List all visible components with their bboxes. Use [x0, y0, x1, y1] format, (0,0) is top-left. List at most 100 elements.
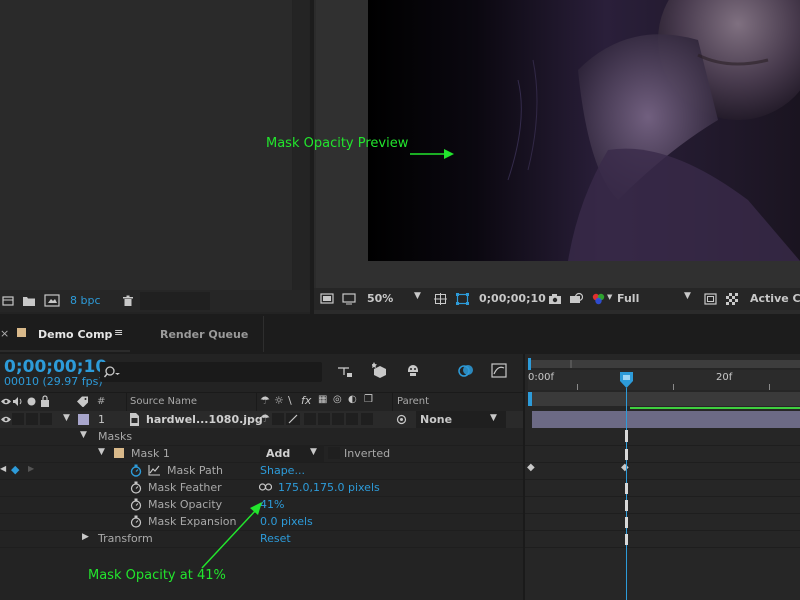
- work-area-start-handle[interactable]: [528, 392, 532, 406]
- timeline-panel-split[interactable]: [523, 354, 525, 600]
- layer-quality-switch-icon[interactable]: [286, 413, 300, 425]
- layer-solo-switch[interactable]: [26, 413, 38, 425]
- composition-flowchart-icon[interactable]: [337, 364, 353, 378]
- transparency-grid-icon[interactable]: [726, 293, 738, 305]
- mask-feather-value[interactable]: 175.0,175.0 pixels: [278, 481, 380, 494]
- switches-motion-blur-icon[interactable]: ◎: [333, 394, 342, 405]
- layer-adjustment-switch[interactable]: [346, 413, 358, 425]
- switches-frame-blend-icon[interactable]: ▦: [318, 394, 327, 405]
- column-parent-header[interactable]: Parent: [397, 396, 429, 407]
- motion-blur-icon[interactable]: [458, 363, 474, 378]
- viewer-timecode[interactable]: 0;00;00;10: [479, 292, 546, 305]
- layer-search-field[interactable]: [100, 362, 322, 382]
- solo-circle-icon[interactable]: [26, 396, 37, 407]
- switches-quality-icon[interactable]: \: [288, 394, 292, 407]
- av-features-eye-icon[interactable]: [1, 396, 11, 407]
- masks-expand-triangle-icon[interactable]: ▼: [80, 430, 87, 440]
- mask-1-row[interactable]: ▼ Mask 1 Add ▼ Inverted: [0, 445, 524, 463]
- layer-source-name[interactable]: hardwel...1080.jpg: [146, 413, 263, 426]
- audio-speaker-icon[interactable]: [12, 396, 23, 407]
- work-area-bar[interactable]: [528, 392, 800, 406]
- time-navigator-bar[interactable]: [528, 360, 800, 368]
- layer-shy-switch-icon[interactable]: ☂: [260, 412, 270, 425]
- mask-path-value[interactable]: Shape...: [260, 464, 305, 477]
- new-folder-icon[interactable]: [22, 295, 36, 307]
- next-keyframe-icon[interactable]: ▶: [28, 464, 34, 473]
- column-source-name-header[interactable]: Source Name: [130, 396, 197, 407]
- current-time-indicator-head[interactable]: [620, 372, 633, 388]
- channels-icon[interactable]: [591, 292, 606, 305]
- layer-frame-blend-switch[interactable]: [318, 413, 330, 425]
- layer-audio-switch[interactable]: [12, 413, 24, 425]
- safe-zones-icon[interactable]: [434, 293, 447, 305]
- keyframe-diamond-start[interactable]: ◆: [527, 462, 535, 473]
- mask-mode-dropdown[interactable]: Add ▼: [260, 445, 324, 462]
- layer-lock-switch[interactable]: [40, 413, 52, 425]
- tab-menu-icon[interactable]: ≡: [114, 326, 123, 339]
- mask-visibility-icon[interactable]: [456, 293, 469, 305]
- timeline-timecode[interactable]: 0;00;00;10: [4, 357, 107, 377]
- resolution-chevron-icon[interactable]: ▼: [684, 291, 691, 301]
- tab-render-queue[interactable]: Render Queue: [160, 328, 248, 341]
- layer-expand-triangle-icon[interactable]: ▼: [63, 413, 70, 423]
- snapshot-camera-icon[interactable]: [548, 293, 562, 305]
- active-camera-dropdown[interactable]: Active Ca: [750, 292, 800, 305]
- mask-expansion-value[interactable]: 0.0 pixels: [260, 515, 313, 528]
- draft-3d-icon[interactable]: [372, 362, 389, 379]
- monitor-icon[interactable]: [342, 293, 356, 305]
- stopwatch-active-icon[interactable]: [130, 464, 142, 477]
- constrain-proportions-link-icon[interactable]: [259, 483, 272, 491]
- layer-collapse-switch[interactable]: [272, 413, 284, 425]
- mask-feather-row[interactable]: Mask Feather 175.0,175.0 pixels: [0, 479, 524, 497]
- graph-curve-icon[interactable]: [148, 464, 161, 476]
- mask-1-expand-triangle-icon[interactable]: ▼: [98, 447, 105, 457]
- layer-video-eye-icon[interactable]: [1, 414, 11, 425]
- always-preview-icon[interactable]: [320, 293, 334, 305]
- mask-path-row[interactable]: ◀ ◆ ▶ Mask Path Shape...: [0, 462, 524, 480]
- switches-collapse-icon[interactable]: ☼: [274, 394, 284, 407]
- layer-row[interactable]: ▼ 1 hardwel...1080.jpg ☂ None ▼: [0, 411, 524, 428]
- mask-1-label-swatch[interactable]: [114, 448, 124, 458]
- keyframe-diamond-current[interactable]: ◆: [621, 462, 629, 473]
- transform-reset-link[interactable]: Reset: [260, 532, 291, 545]
- zoom-dropdown[interactable]: 50%: [367, 292, 393, 305]
- time-navigator-start-handle[interactable]: [528, 358, 531, 370]
- stopwatch-icon[interactable]: [130, 481, 142, 494]
- layer-duration-bar[interactable]: [532, 411, 800, 428]
- lock-icon[interactable]: [40, 395, 50, 407]
- shy-layers-icon[interactable]: [405, 363, 421, 378]
- transform-expand-triangle-icon[interactable]: ▶: [82, 532, 89, 542]
- show-snapshot-icon[interactable]: [569, 292, 583, 305]
- graph-editor-icon[interactable]: [491, 363, 507, 378]
- layer-3d-switch[interactable]: [361, 413, 373, 425]
- label-tag-icon[interactable]: [77, 396, 89, 407]
- mask-1-name[interactable]: Mask 1: [131, 447, 170, 460]
- interpret-footage-icon[interactable]: [2, 295, 14, 307]
- masks-group-row[interactable]: ▼ Masks: [0, 428, 524, 446]
- layer-label-swatch[interactable]: [78, 414, 89, 425]
- layer-motion-blur-switch[interactable]: [332, 413, 344, 425]
- channels-chevron-icon[interactable]: ▼: [607, 293, 612, 301]
- layer-fx-switch[interactable]: [304, 413, 316, 425]
- bit-depth-toggle[interactable]: 8 bpc: [70, 294, 101, 307]
- tab-demo-comp[interactable]: Demo Comp: [38, 328, 112, 341]
- new-composition-icon[interactable]: [44, 294, 60, 307]
- region-of-interest-icon[interactable]: [704, 293, 717, 305]
- time-ruler[interactable]: 0:00f 20f: [528, 370, 800, 390]
- trash-icon[interactable]: [122, 295, 134, 307]
- inverted-checkbox[interactable]: [328, 447, 340, 459]
- current-time-indicator-line[interactable]: [626, 388, 627, 600]
- keyframe-diamond-icon[interactable]: ◆: [11, 463, 19, 476]
- switches-shy-icon[interactable]: ☂: [260, 394, 270, 407]
- close-tab-icon[interactable]: ×: [0, 327, 9, 340]
- switches-3d-icon[interactable]: ❒: [364, 394, 373, 405]
- switches-fx-icon[interactable]: fx: [301, 394, 311, 407]
- switches-adjustment-icon[interactable]: ◐: [348, 394, 357, 405]
- parent-pickwhip-icon[interactable]: [396, 414, 407, 425]
- zoom-chevron-icon[interactable]: ▼: [414, 291, 421, 301]
- prev-keyframe-icon[interactable]: ◀: [0, 464, 6, 473]
- stopwatch-icon[interactable]: [130, 498, 142, 511]
- resolution-dropdown[interactable]: Full: [617, 292, 639, 305]
- stopwatch-icon[interactable]: [130, 515, 142, 528]
- parent-dropdown[interactable]: None ▼: [416, 411, 506, 428]
